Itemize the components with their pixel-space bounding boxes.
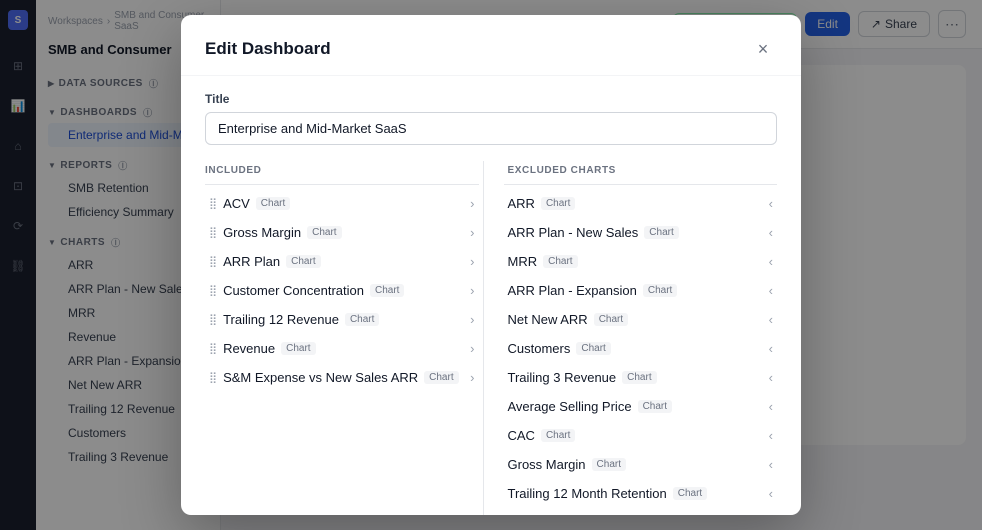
excluded-item-9[interactable]: Gross Margin Chart ‹ xyxy=(504,450,778,479)
arrow-right-icon: › xyxy=(470,196,474,211)
excluded-item-4[interactable]: Net New ARR Chart ‹ xyxy=(504,305,778,334)
arrow-left-icon: ‹ xyxy=(769,428,773,443)
dashboard-title-input[interactable] xyxy=(205,112,777,145)
modal-body: Title INCLUDED ⣿ ACV Chart › ⣿ Gross Mar… xyxy=(181,76,801,515)
arrow-right-icon: › xyxy=(470,312,474,327)
excluded-item-2[interactable]: MRR Chart ‹ xyxy=(504,247,778,276)
arrow-right-icon: › xyxy=(470,283,474,298)
drag-handle-icon: ⣿ xyxy=(209,342,217,355)
arrow-left-icon: ‹ xyxy=(769,399,773,414)
included-item-2[interactable]: ⣿ ARR Plan Chart › xyxy=(205,247,479,276)
included-column: INCLUDED ⣿ ACV Chart › ⣿ Gross Margin Ch… xyxy=(205,161,479,515)
drag-handle-icon: ⣿ xyxy=(209,255,217,268)
title-field-label: Title xyxy=(205,92,777,106)
drag-handle-icon: ⣿ xyxy=(209,197,217,210)
arrow-left-icon: ‹ xyxy=(769,486,773,501)
modal-overlay[interactable]: Edit Dashboard × Title INCLUDED ⣿ ACV Ch… xyxy=(0,0,982,530)
included-item-5[interactable]: ⣿ Revenue Chart › xyxy=(205,334,479,363)
excluded-item-8[interactable]: CAC Chart ‹ xyxy=(504,421,778,450)
arrow-left-icon: ‹ xyxy=(769,341,773,356)
columns-row: INCLUDED ⣿ ACV Chart › ⣿ Gross Margin Ch… xyxy=(205,161,777,515)
modal-header: Edit Dashboard × xyxy=(181,15,801,76)
drag-handle-icon: ⣿ xyxy=(209,226,217,239)
arrow-left-icon: ‹ xyxy=(769,283,773,298)
included-item-3[interactable]: ⣿ Customer Concentration Chart › xyxy=(205,276,479,305)
arrow-right-icon: › xyxy=(470,225,474,240)
arrow-left-icon: ‹ xyxy=(769,312,773,327)
arrow-left-icon: ‹ xyxy=(769,457,773,472)
arrow-right-icon: › xyxy=(470,341,474,356)
drag-handle-icon: ⣿ xyxy=(209,313,217,326)
arrow-left-icon: ‹ xyxy=(769,225,773,240)
excluded-column-header: EXCLUDED CHARTS xyxy=(504,161,778,185)
arrow-right-icon: › xyxy=(470,370,474,385)
excluded-item-11[interactable]: Logo Retention by Cohort Chart ‹ xyxy=(504,508,778,515)
included-item-6[interactable]: ⣿ S&M Expense vs New Sales ARR Chart › xyxy=(205,363,479,392)
included-item-4[interactable]: ⣿ Trailing 12 Revenue Chart › xyxy=(205,305,479,334)
excluded-item-7[interactable]: Average Selling Price Chart ‹ xyxy=(504,392,778,421)
excluded-item-0[interactable]: ARR Chart ‹ xyxy=(504,189,778,218)
included-item-0[interactable]: ⣿ ACV Chart › xyxy=(205,189,479,218)
arrow-left-icon: ‹ xyxy=(769,370,773,385)
included-item-1[interactable]: ⣿ Gross Margin Chart › xyxy=(205,218,479,247)
drag-handle-icon: ⣿ xyxy=(209,371,217,384)
excluded-item-6[interactable]: Trailing 3 Revenue Chart ‹ xyxy=(504,363,778,392)
edit-dashboard-modal: Edit Dashboard × Title INCLUDED ⣿ ACV Ch… xyxy=(181,15,801,515)
arrow-left-icon: ‹ xyxy=(769,196,773,211)
excluded-item-3[interactable]: ARR Plan - Expansion Chart ‹ xyxy=(504,276,778,305)
excluded-item-10[interactable]: Trailing 12 Month Retention Chart ‹ xyxy=(504,479,778,508)
drag-handle-icon: ⣿ xyxy=(209,284,217,297)
included-column-header: INCLUDED xyxy=(205,161,479,185)
modal-close-button[interactable]: × xyxy=(749,35,777,63)
column-divider xyxy=(483,161,484,515)
arrow-left-icon: ‹ xyxy=(769,254,773,269)
excluded-column: EXCLUDED CHARTS ARR Chart ‹ ARR Plan - N… xyxy=(488,161,778,515)
excluded-item-5[interactable]: Customers Chart ‹ xyxy=(504,334,778,363)
arrow-right-icon: › xyxy=(470,254,474,269)
excluded-item-1[interactable]: ARR Plan - New Sales Chart ‹ xyxy=(504,218,778,247)
modal-title: Edit Dashboard xyxy=(205,39,331,59)
